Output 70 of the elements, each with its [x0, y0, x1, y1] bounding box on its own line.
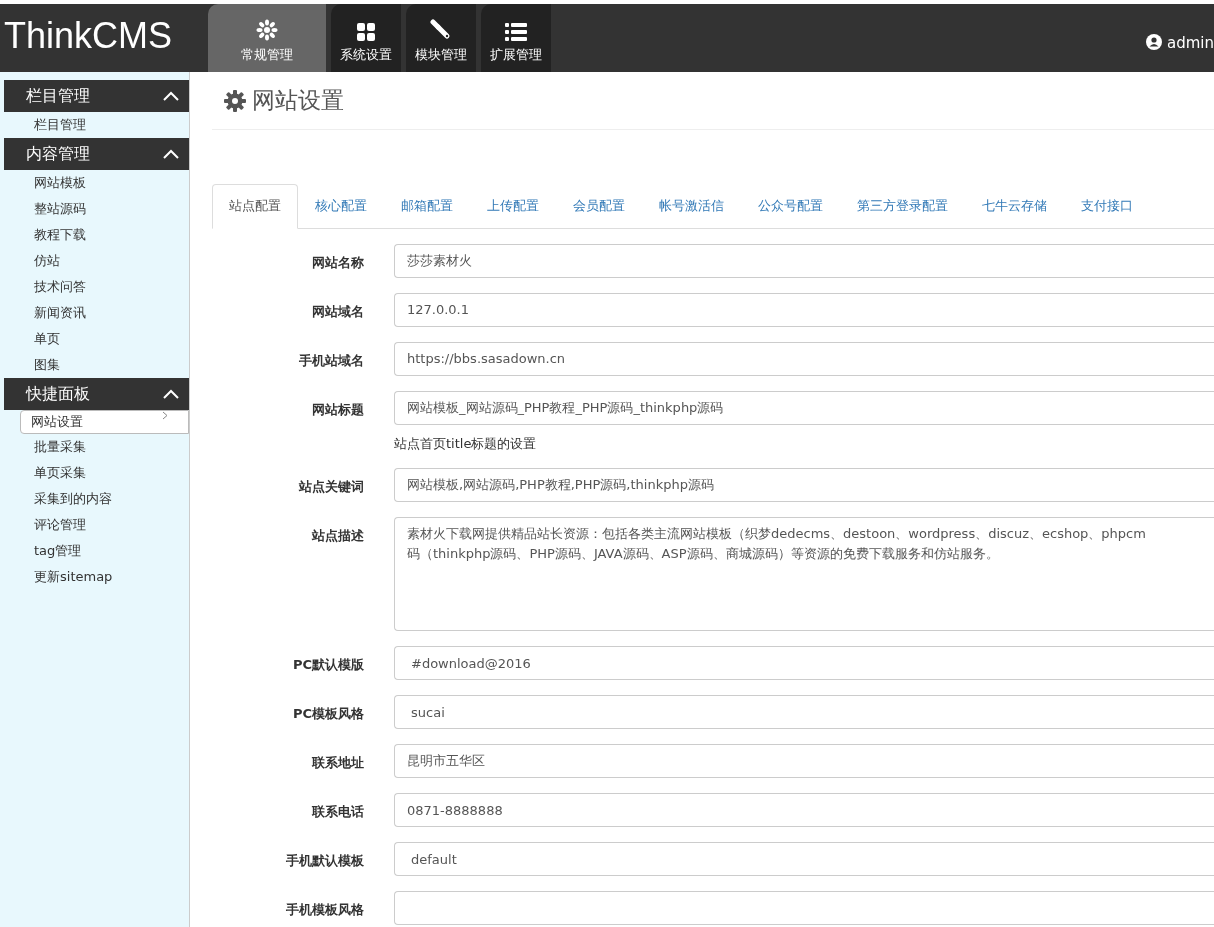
sidebar-item[interactable]: 单页采集	[4, 460, 189, 486]
field-label: 联系地址	[311, 754, 365, 772]
select-field[interactable]	[394, 891, 1214, 925]
sidebar-item[interactable]: 网站模板	[4, 170, 189, 196]
settings-tab[interactable]: 支付接口	[1064, 184, 1150, 229]
settings-tab[interactable]: 站点配置	[212, 184, 298, 229]
nav-tab[interactable]: 扩展管理	[481, 4, 551, 72]
sidebar-item[interactable]: 批量采集	[4, 434, 189, 460]
nav-tab[interactable]: 常规管理	[208, 4, 326, 72]
nav-tab[interactable]: 模块管理	[406, 4, 476, 72]
sidebar-item[interactable]: 新闻资讯	[4, 300, 189, 326]
field-label: 联系电话	[311, 803, 365, 821]
field-label: 手机默认模板	[285, 852, 365, 870]
select-field[interactable]: sucai	[394, 695, 1214, 729]
sidebar-item[interactable]: 图集	[4, 352, 189, 378]
chevron-right-icon	[162, 411, 168, 420]
sidebar-item[interactable]: 评论管理	[4, 512, 189, 538]
gear-icon	[224, 89, 246, 112]
input-field[interactable]: 莎莎素材火	[394, 243, 1214, 278]
input-field[interactable]: https://bbs.sasadown.cn	[394, 341, 1214, 376]
sidebar-item[interactable]: 栏目管理	[4, 112, 189, 138]
field-label: PC模板风格	[291, 705, 365, 723]
field-label: 手机模板风格	[285, 901, 365, 919]
input-field[interactable]: 127.0.0.1	[394, 292, 1214, 327]
help-text: 站点首页title标题的设置	[394, 434, 538, 453]
select-field[interactable]: default	[394, 842, 1214, 876]
field-label: 站点关键词	[298, 478, 365, 496]
field-label: 网站名称	[311, 253, 365, 272]
nav-tab[interactable]: 系统设置	[331, 4, 401, 72]
input-field[interactable]: 网站模板_网站源码_PHP教程_PHP源码_thinkphp源码	[394, 390, 1214, 425]
input-field[interactable]: 0871-8888888	[394, 793, 1214, 827]
sidebar-section-header[interactable]: 内容管理	[4, 138, 189, 170]
sidebar-section-header[interactable]: 栏目管理	[4, 80, 189, 112]
user-name[interactable]: admin	[1167, 33, 1214, 52]
settings-tab[interactable]: 核心配置	[298, 184, 384, 229]
settings-tab[interactable]: 上传配置	[470, 184, 556, 229]
select-field[interactable]: #download@2016	[394, 646, 1214, 680]
settings-tab[interactable]: 邮箱配置	[384, 184, 470, 229]
field-label: PC默认模版	[291, 656, 365, 674]
field-label: 网站标题	[311, 400, 365, 419]
chevron-icon	[163, 389, 179, 399]
settings-tab[interactable]: 第三方登录配置	[840, 184, 965, 229]
textarea-field[interactable]: 素材火下载网提供精品站长资源：包括各类主流网站模板（织梦dedecms、destoon、wordpress、discuz、ecshop、phpcm 码（thinkphp源码、PHP源码、JAVA源码、ASP源码、商城源码）等资源的免费下载服务和仿站服务。	[394, 517, 1214, 631]
logo: ThinkCMS	[3, 14, 174, 58]
settings-tab[interactable]: 七牛云存储	[965, 184, 1064, 229]
list-icon	[505, 22, 527, 41]
sidebar-section-header[interactable]: 快捷面板	[4, 378, 189, 410]
grid-icon	[357, 22, 375, 41]
user-icon	[1146, 33, 1163, 50]
sidebar-item[interactable]: 网站设置	[20, 410, 189, 434]
sidebar-item[interactable]: tag管理	[4, 538, 189, 564]
chevron-icon	[163, 91, 179, 101]
field-label: 站点描述	[311, 527, 365, 545]
sidebar-item[interactable]: 采集到的内容	[4, 486, 189, 512]
field-label: 手机站域名	[298, 351, 365, 370]
settings-tab[interactable]: 帐号激活信	[642, 184, 741, 229]
page-title: 网站设置	[252, 86, 344, 116]
sidebar-item[interactable]: 技术问答	[4, 274, 189, 300]
sidebar-item[interactable]: 仿站	[4, 248, 189, 274]
sidebar-item[interactable]: 更新sitemap	[4, 564, 189, 590]
chevron-icon	[163, 149, 179, 159]
sidebar-item[interactable]: 单页	[4, 326, 189, 352]
input-field[interactable]: 网站模板,网站源码,PHP教程,PHP源码,thinkphp源码	[394, 468, 1214, 502]
sidebar-item[interactable]: 教程下载	[4, 222, 189, 248]
settings-tab[interactable]: 公众号配置	[741, 184, 840, 229]
input-field[interactable]: 昆明市五华区	[394, 744, 1214, 778]
field-label: 网站域名	[311, 302, 365, 321]
settings-tab[interactable]: 会员配置	[556, 184, 642, 229]
sidebar-item[interactable]: 整站源码	[4, 196, 189, 222]
flower-icon	[256, 18, 278, 41]
